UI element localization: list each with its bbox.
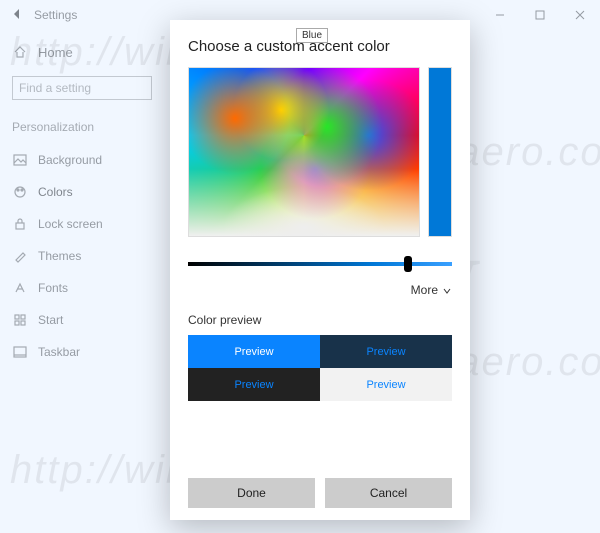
- preview-label: Color preview: [188, 313, 452, 327]
- chevron-down-icon: [442, 285, 452, 295]
- preview-grid: Preview Preview Preview Preview: [188, 335, 452, 401]
- hue-slider[interactable]: [428, 67, 452, 237]
- preview-tile-4: Preview: [320, 368, 452, 401]
- more-toggle[interactable]: More: [188, 283, 452, 297]
- color-tooltip: Blue: [296, 28, 328, 43]
- preview-tile-2: Preview: [320, 335, 452, 368]
- color-picker-dialog: Choose a custom accent color More Color …: [170, 20, 470, 520]
- done-button[interactable]: Done: [188, 478, 315, 508]
- cancel-button[interactable]: Cancel: [325, 478, 452, 508]
- preview-tile-1: Preview: [188, 335, 320, 368]
- value-thumb[interactable]: [404, 256, 412, 272]
- more-label: More: [411, 283, 438, 297]
- value-track: [188, 262, 452, 266]
- value-slider[interactable]: [188, 255, 452, 273]
- color-field[interactable]: [188, 67, 420, 237]
- preview-tile-3: Preview: [188, 368, 320, 401]
